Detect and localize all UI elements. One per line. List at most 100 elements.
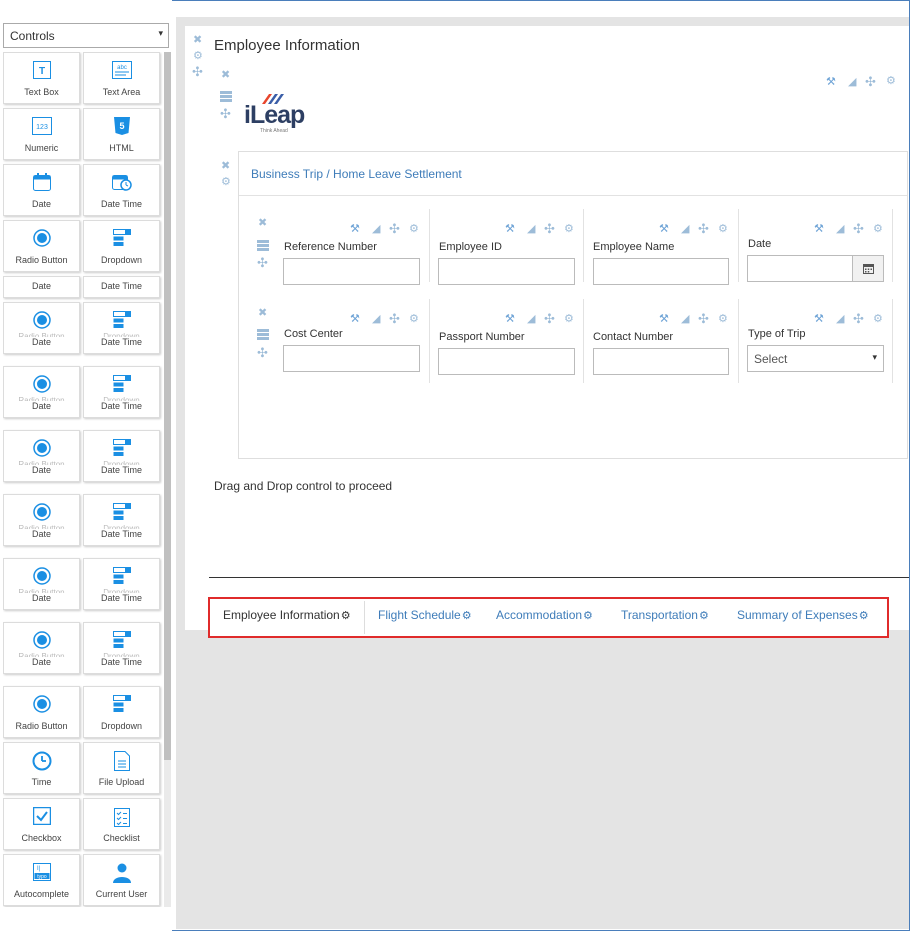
- close-icon[interactable]: ✖: [221, 70, 230, 81]
- tab-employee-information[interactable]: Employee Information⚙: [223, 608, 351, 622]
- control-tile-html[interactable]: 5 HTML: [83, 108, 160, 160]
- control-tile-date[interactable]: Radio Button Date: [3, 302, 80, 354]
- wrench-icon[interactable]: ⚒: [814, 224, 824, 235]
- passport-number-input[interactable]: [438, 348, 575, 375]
- trash-icon[interactable]: ◢: [681, 314, 689, 325]
- control-tile-numeric[interactable]: 123 Numeric: [3, 108, 80, 160]
- control-tile-autocomplete[interactable]: I| typo Autocomplete: [3, 854, 80, 906]
- trash-icon[interactable]: ◢: [527, 224, 535, 235]
- cost-center-input[interactable]: [283, 345, 420, 372]
- gear-icon[interactable]: ⚙: [873, 224, 883, 235]
- control-tile-checklist[interactable]: Checklist: [83, 798, 160, 850]
- move-icon[interactable]: ✣: [865, 75, 876, 88]
- wrench-icon[interactable]: ⚒: [814, 314, 824, 325]
- gear-icon[interactable]: ⚙: [873, 314, 883, 325]
- move-icon[interactable]: ✣: [257, 256, 268, 269]
- close-icon[interactable]: ✖: [221, 161, 230, 172]
- control-tile-dropdown[interactable]: Dropdown: [83, 686, 160, 738]
- move-icon[interactable]: ✣: [389, 312, 400, 325]
- gear-icon[interactable]: ⚙: [699, 610, 709, 622]
- close-icon[interactable]: ✖: [193, 35, 202, 46]
- control-tile-date[interactable]: Date: [3, 164, 80, 216]
- gear-icon[interactable]: ⚙: [409, 224, 419, 235]
- move-icon[interactable]: ✣: [544, 312, 555, 325]
- calendar-icon[interactable]: [852, 256, 883, 281]
- trash-icon[interactable]: ◢: [836, 224, 844, 235]
- wrench-icon[interactable]: ⚒: [350, 314, 360, 325]
- control-tile-date[interactable]: Radio Button Date: [3, 430, 80, 482]
- gear-icon[interactable]: ⚙: [409, 314, 419, 325]
- move-icon[interactable]: ✣: [544, 222, 555, 235]
- move-icon[interactable]: ✣: [220, 107, 231, 120]
- control-tile-checkbox[interactable]: Checkbox: [3, 798, 80, 850]
- control-tile-date-time[interactable]: Dropdown Date Time: [83, 494, 160, 546]
- move-icon[interactable]: ✣: [192, 65, 203, 78]
- reference-number-input[interactable]: [283, 258, 420, 285]
- control-tile-date[interactable]: Radio Button Date: [3, 622, 80, 674]
- employee-id-input[interactable]: [438, 258, 575, 285]
- scrollbar-thumb[interactable]: [164, 52, 171, 760]
- palette-scrollbar[interactable]: [164, 52, 171, 907]
- move-icon[interactable]: ✣: [698, 222, 709, 235]
- contact-number-input[interactable]: [593, 348, 729, 375]
- control-tile-date-time[interactable]: Dropdown Date Time: [83, 302, 160, 354]
- gear-icon[interactable]: ⚙: [718, 224, 728, 235]
- control-tile-date[interactable]: Radio Button Date: [3, 494, 80, 546]
- control-tile-date[interactable]: Radio Button Date: [3, 558, 80, 610]
- control-tile-dropdown[interactable]: Dropdown: [83, 220, 160, 272]
- control-tile-radio-button[interactable]: Radio Button: [3, 220, 80, 272]
- gear-icon[interactable]: ⚙: [564, 314, 574, 325]
- gear-icon[interactable]: ⚙: [583, 610, 593, 622]
- tab-flight-schedule[interactable]: Flight Schedule⚙: [378, 608, 472, 622]
- close-icon[interactable]: ✖: [258, 308, 267, 319]
- gear-icon[interactable]: ⚙: [564, 224, 574, 235]
- close-icon[interactable]: ✖: [258, 218, 267, 229]
- gear-icon[interactable]: ⚙: [718, 314, 728, 325]
- controls-dropdown[interactable]: Controls ▾: [3, 23, 169, 48]
- wrench-icon[interactable]: ⚒: [659, 224, 669, 235]
- move-icon[interactable]: ✣: [853, 222, 864, 235]
- trash-icon[interactable]: ◢: [681, 224, 689, 235]
- control-tile-date-time[interactable]: Date Time: [83, 276, 160, 298]
- trash-icon[interactable]: ◢: [836, 314, 844, 325]
- control-tile-date-time[interactable]: Dropdown Date Time: [83, 366, 160, 418]
- tab-transportation[interactable]: Transportation⚙: [621, 608, 709, 622]
- control-tile-file-upload[interactable]: File Upload: [83, 742, 160, 794]
- type-of-trip-select[interactable]: Select ▾: [747, 345, 884, 372]
- gear-icon[interactable]: ⚙: [886, 76, 896, 87]
- control-tile-date-time[interactable]: Dropdown Date Time: [83, 558, 160, 610]
- control-tile-date-time[interactable]: Dropdown Date Time: [83, 430, 160, 482]
- trash-icon[interactable]: ◢: [527, 314, 535, 325]
- trash-icon[interactable]: ◢: [372, 314, 380, 325]
- control-tile-date-time[interactable]: Date Time: [83, 164, 160, 216]
- gear-icon[interactable]: ⚙: [859, 610, 869, 622]
- move-icon[interactable]: ✣: [853, 312, 864, 325]
- move-icon[interactable]: ✣: [257, 346, 268, 359]
- gear-icon[interactable]: ⚙: [341, 610, 351, 622]
- row-layout-icon[interactable]: [257, 240, 269, 254]
- wrench-icon[interactable]: ⚒: [505, 314, 515, 325]
- gear-icon[interactable]: ⚙: [193, 51, 203, 62]
- wrench-icon[interactable]: ⚒: [350, 224, 360, 235]
- tab-accommodation[interactable]: Accommodation⚙: [496, 608, 593, 622]
- control-tile-date[interactable]: Date: [3, 276, 80, 298]
- trash-icon[interactable]: ◢: [848, 77, 856, 88]
- wrench-icon[interactable]: ⚒: [505, 224, 515, 235]
- control-tile-text-area[interactable]: abc Text Area: [83, 52, 160, 104]
- tab-summary-of-expenses[interactable]: Summary of Expenses⚙: [737, 608, 869, 622]
- employee-name-input[interactable]: [593, 258, 729, 285]
- trash-icon[interactable]: ◢: [372, 224, 380, 235]
- control-tile-time[interactable]: Time: [3, 742, 80, 794]
- row-layout-icon[interactable]: [257, 329, 269, 343]
- move-icon[interactable]: ✣: [389, 222, 400, 235]
- control-tile-date-time[interactable]: Dropdown Date Time: [83, 622, 160, 674]
- wrench-icon[interactable]: ⚒: [659, 314, 669, 325]
- control-tile-date[interactable]: Radio Button Date: [3, 366, 80, 418]
- gear-icon[interactable]: ⚙: [221, 177, 231, 188]
- control-tile-text-box[interactable]: T Text Box: [3, 52, 80, 104]
- gear-icon[interactable]: ⚙: [462, 610, 472, 622]
- control-tile-radio-button[interactable]: Radio Button: [3, 686, 80, 738]
- wrench-icon[interactable]: ⚒: [826, 77, 836, 88]
- move-icon[interactable]: ✣: [698, 312, 709, 325]
- date-input[interactable]: [747, 255, 884, 282]
